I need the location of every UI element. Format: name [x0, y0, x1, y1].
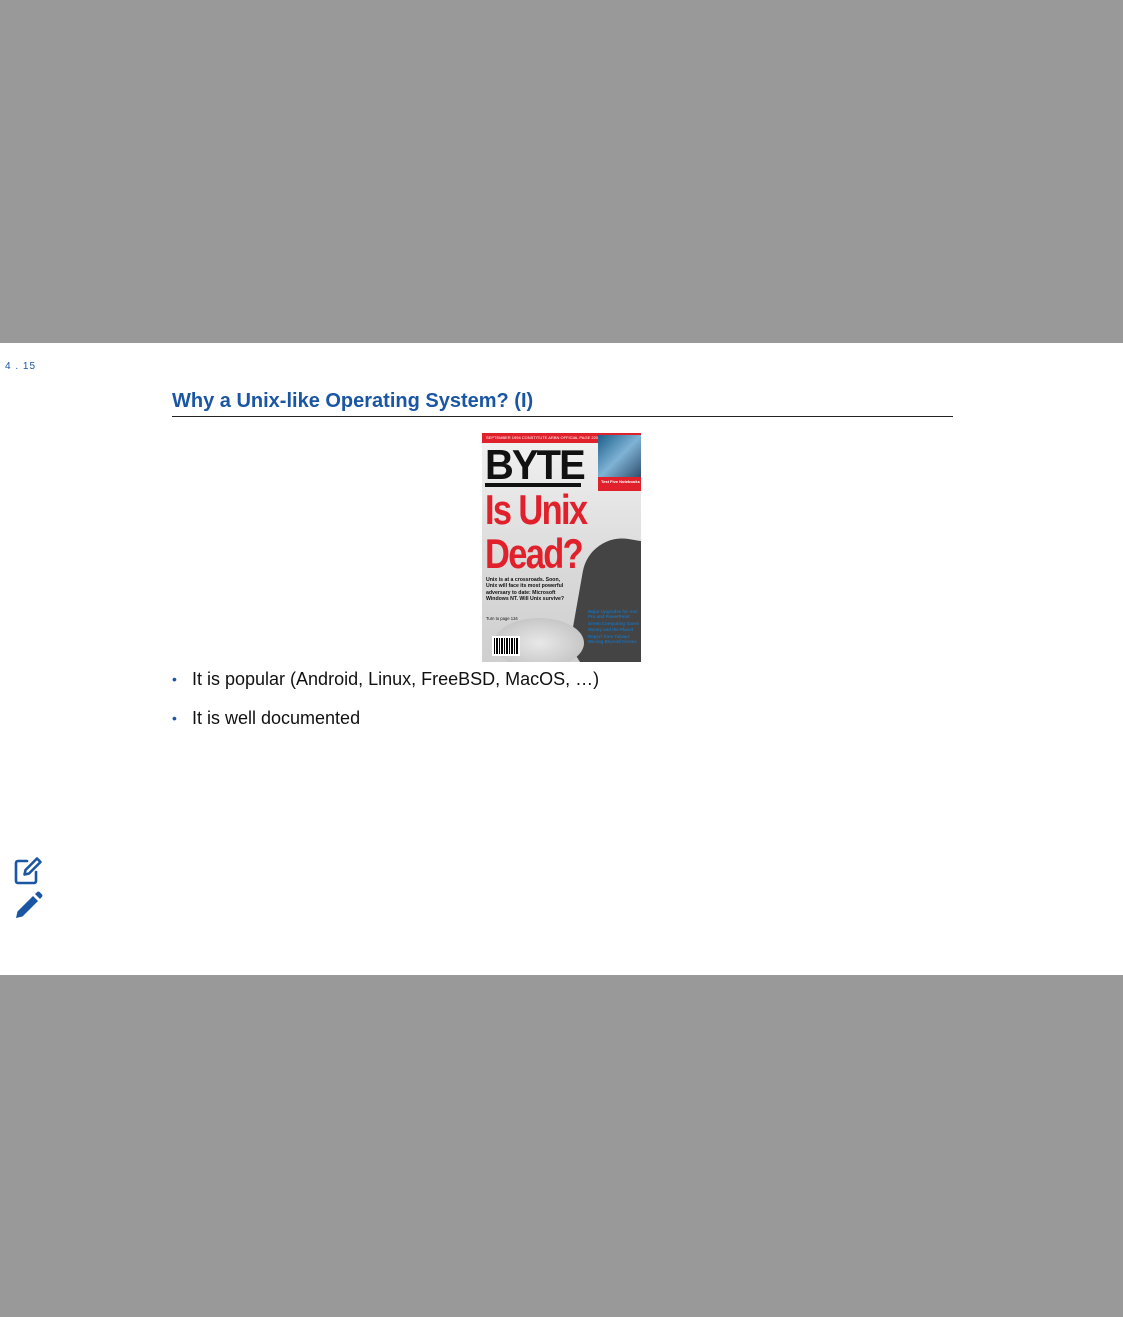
cover-sidebar-item: Report from Taiwan: Moving Beyond Clones [588, 633, 637, 645]
cover-top-bar-text: SEPTEMBER 1994 CONSTITUTE ARBN OFFICIAL … [486, 435, 599, 440]
cover-notebook-photo [598, 435, 641, 479]
cover-sidebar-item: Green Computing Saves Money and the Plan… [588, 621, 639, 632]
list-item: • It is popular (Android, Linux, FreeBSD… [172, 669, 599, 708]
cover-headline: Is Unix Dead? [485, 486, 588, 577]
bullet-text: It is popular (Android, Linux, FreeBSD, … [192, 669, 600, 689]
edit-note-icon[interactable] [12, 855, 44, 887]
cover-sidebar: Major Upgrades for Ami Pro and PowerPoin… [588, 609, 640, 644]
cover-masthead: BYTE [485, 441, 586, 488]
cover-headline-line2: Dead? [485, 530, 584, 577]
slide-title: Why a Unix-like Operating System? (I) [172, 390, 953, 417]
cover-deck: Unix is at a crossroads. Soon, Unix will… [486, 577, 565, 603]
cover-barcode [492, 636, 520, 656]
bullet-text: It is well documented [192, 708, 361, 728]
cover-headline-line1: Is Unix [485, 486, 588, 533]
cover-side-box-text: Test Five Notebooks [601, 479, 640, 484]
slide: 4 . 15 Why a Unix-like Operating System?… [0, 343, 1123, 975]
cover-sidebar-item: Major Upgrades for Ami Pro and PowerPoin… [588, 609, 638, 620]
cover-deck-sub: Turn to page 134 [486, 616, 518, 621]
list-item: • It is well documented [172, 708, 599, 747]
bullet-list: • It is popular (Android, Linux, FreeBSD… [172, 669, 599, 747]
bullet-marker: • [172, 671, 177, 687]
slide-number: 4 . 15 [5, 361, 37, 372]
bullet-marker: • [172, 710, 177, 726]
pencil-icon[interactable] [12, 890, 44, 922]
byte-magazine-cover-image: SEPTEMBER 1994 CONSTITUTE ARBN OFFICIAL … [482, 433, 641, 662]
